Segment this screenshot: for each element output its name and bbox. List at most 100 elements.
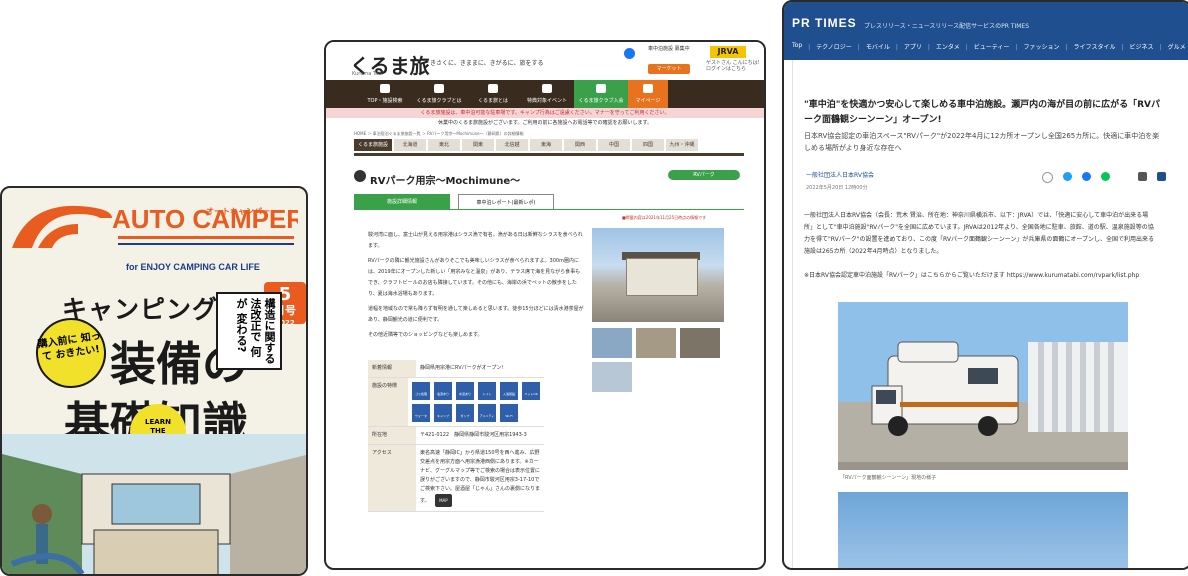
notice-camping: くるま旅施設は、車中泊可能な駐車場です。キャンプ行為はご遠慮ください。マナーを守… bbox=[326, 108, 764, 118]
card-icon bbox=[596, 84, 606, 93]
article-link-note[interactable]: ※日本RV協会認定車中泊施設「RVパーク」はこちらからご覧いただけます http… bbox=[804, 270, 1156, 282]
article-title: "車中泊"を快適かつ安心して楽しめる車中泊施設。瀬戸内の海が目の前に広がる「RV… bbox=[804, 100, 1161, 125]
nav-item[interactable]: ライフスタイル bbox=[1065, 42, 1116, 51]
nav-item[interactable]: エンタメ bbox=[928, 42, 960, 51]
feature-icons: ゴミ処理 電源あり 水道あり トイレ 入浴施設 ペットOK ウォータ キャンプ … bbox=[408, 378, 544, 426]
svg-text:AUTO CAMPER: AUTO CAMPER bbox=[112, 204, 298, 234]
region-tab[interactable]: 関西 bbox=[564, 139, 596, 151]
row-key: 施設の特徴 bbox=[368, 378, 408, 426]
login-link[interactable]: ゲストさん こんにちは! ログインはこちら bbox=[706, 60, 764, 72]
photo-thumbnail[interactable] bbox=[680, 328, 720, 358]
nav-item[interactable]: ファッション bbox=[1015, 42, 1059, 51]
nav-item[interactable]: モバイル bbox=[858, 42, 890, 51]
region-bar bbox=[354, 153, 744, 156]
nav-item-events[interactable]: 特典対象イベント bbox=[520, 80, 574, 108]
line-icon[interactable] bbox=[1101, 172, 1110, 181]
photo-thumbnail[interactable] bbox=[592, 328, 632, 358]
kurumatabi-page[interactable]: くるま旅 Kuruma Tabi きさくに、きままに、きがるに、旅をする 車中泊… bbox=[324, 40, 766, 570]
facebook-icon[interactable] bbox=[1082, 172, 1091, 181]
heart-icon[interactable] bbox=[1042, 172, 1053, 183]
nav-item-join[interactable]: くるま旅クラブ入会 bbox=[574, 80, 628, 108]
prtimes-header: PR TIMES プレスリリース・ニュースリリース配信サービスのPR TIMES… bbox=[784, 2, 1188, 60]
region-tab[interactable]: 北海道 bbox=[394, 139, 426, 151]
feature-icon: 電源あり bbox=[434, 382, 452, 400]
facility-main-photo[interactable] bbox=[592, 228, 724, 322]
region-tab[interactable]: 中国 bbox=[598, 139, 630, 151]
row-value: 静岡県用宗港にRVパークがオープン! bbox=[420, 365, 504, 371]
region-tab[interactable]: 九州・沖縄 bbox=[666, 139, 698, 151]
facility-description: 駿河湾に面し、富士山が見える用宗港はシラス漁で有名。漁がある日は新鮮なシラスを食… bbox=[368, 230, 584, 341]
nav-item-top[interactable]: TOP・施設検索 bbox=[358, 80, 412, 108]
prtimes-page[interactable]: PR TIMES プレスリリース・ニュースリリース配信サービスのPR TIMES… bbox=[782, 0, 1188, 570]
region-tab[interactable]: くるま旅施設 bbox=[354, 139, 392, 151]
row-key: 所在地 bbox=[368, 427, 416, 444]
jrva-logo[interactable]: JRVA bbox=[710, 46, 746, 58]
camper-icon bbox=[488, 84, 498, 93]
camper-icon bbox=[354, 170, 366, 182]
nav-item-about[interactable]: くるま旅とは bbox=[466, 80, 520, 108]
company-link[interactable]: 一般社団法人日本RV協会 bbox=[806, 170, 874, 179]
feature-icon: 水道あり bbox=[456, 382, 474, 400]
nav-item-mypage[interactable]: マイページ bbox=[628, 80, 668, 108]
row-key: アクセス bbox=[368, 445, 416, 511]
article-photo-second[interactable] bbox=[838, 492, 1128, 568]
region-tabs: くるま旅施設 北海道 東北 関東 北信越 東海 関西 中国 四国 九州・沖縄 bbox=[354, 139, 698, 151]
share-buttons bbox=[1042, 172, 1166, 183]
facility-info-table: 新着情報 静岡県用宗港にRVパークがオープン! 施設の特徴 ゴミ処理 電源あり … bbox=[368, 360, 544, 512]
feature-icon: Wi-Fi bbox=[500, 404, 518, 422]
facebook-icon[interactable] bbox=[624, 48, 635, 59]
prtimes-logo-sub: プレスリリース・ニュースリリース配信サービスのPR TIMES bbox=[864, 23, 1030, 30]
tab-underline bbox=[354, 209, 744, 210]
nav-item[interactable]: アプリ bbox=[896, 42, 922, 51]
info-icon bbox=[434, 84, 444, 93]
date-note: ■掲載内容は2021年11月25日時点の情報です bbox=[622, 215, 707, 220]
table-row: 新着情報 静岡県用宗港にRVパークがオープン! bbox=[368, 360, 544, 378]
region-tab[interactable]: 北信越 bbox=[496, 139, 528, 151]
nav-item-club[interactable]: くるま旅クラブとは bbox=[412, 80, 466, 108]
facility-type-tag: RVパーク bbox=[668, 170, 740, 180]
kurumatabi-nav: TOP・施設検索 くるま旅クラブとは くるま旅とは 特典対象イベント くるま旅ク… bbox=[326, 80, 764, 108]
region-tab[interactable]: 関東 bbox=[462, 139, 494, 151]
table-row: 所在地 〒421-0122 静岡県静岡市駿河区用宗1943-3 bbox=[368, 427, 544, 445]
region-tab[interactable]: 東北 bbox=[428, 139, 460, 151]
nav-item[interactable]: ビジネス bbox=[1122, 42, 1154, 51]
description-paragraph: 駿河湾に面し、富士山が見える用宗港はシラス漁で有名。漁がある日は新鮮なシラスを食… bbox=[368, 232, 583, 249]
description-paragraph: その他近隣等でのショッピングなども楽しめます。 bbox=[368, 332, 483, 338]
photo-building bbox=[626, 258, 698, 296]
link-icon[interactable] bbox=[1157, 172, 1166, 181]
nav-item[interactable]: ビューティー bbox=[966, 42, 1010, 51]
download-icon[interactable] bbox=[1138, 172, 1147, 181]
tab-report[interactable]: 車中泊レポート(最新レポ) bbox=[458, 194, 554, 210]
camper-interior-illustration bbox=[2, 434, 306, 574]
notice-closed: 休業中のくるま旅施設がございます。ご利用の前に各施設へお電話等での確認をお願いし… bbox=[326, 118, 764, 128]
breadcrumb[interactable]: HOME ＞ 車泊宿泊ぐるま旅施設一覧 ＞ RVパーク用宗〜Mochimune〜… bbox=[354, 131, 524, 137]
magazine-cover[interactable]: AUTO CAMPER オートキャンパー for ENJOY CAMPING C… bbox=[0, 186, 308, 576]
nav-item[interactable]: グルメ bbox=[1160, 42, 1186, 51]
publish-date: 2022年5月20日 12時00分 bbox=[806, 185, 868, 191]
article-photo-rv[interactable] bbox=[838, 302, 1128, 470]
twitter-icon[interactable] bbox=[1063, 172, 1072, 181]
feature-icon: アメニティ bbox=[478, 404, 496, 422]
nav-item[interactable]: テクノロジー bbox=[808, 42, 852, 51]
market-button[interactable]: マーケット bbox=[648, 64, 690, 74]
article-subtitle: 日本RV協会認定の車泊スペース"RVパーク"が2022年4月に12カ所オープンし… bbox=[804, 132, 1160, 152]
tab-details[interactable]: 施設詳細情報 bbox=[354, 194, 450, 210]
magazine-logo: AUTO CAMPER オートキャンパー bbox=[12, 204, 298, 248]
recruit-badge[interactable]: 車中泊施設 募集中 bbox=[648, 46, 692, 60]
home-icon bbox=[380, 84, 390, 93]
kurumatabi-header: くるま旅 Kuruma Tabi きさくに、きままに、きがるに、旅をする 車中泊… bbox=[326, 42, 764, 80]
svg-text:オートキャンパー: オートキャンパー bbox=[206, 206, 270, 216]
article-body: 一般社団法人日本RV協会（会長：荒木 賢治、所在地：神奈川県横浜市、以下：JRV… bbox=[804, 212, 1155, 255]
nav-item[interactable]: Top bbox=[792, 42, 802, 51]
calendar-icon bbox=[542, 84, 552, 93]
region-tab[interactable]: 東海 bbox=[530, 139, 562, 151]
photo-thumbnail[interactable] bbox=[592, 362, 632, 392]
description-paragraph: RVパークの隣に観光施設さんがありそこでも美味しいシラスが食べられますよ。300… bbox=[368, 258, 581, 297]
photo-thumbnail[interactable] bbox=[636, 328, 676, 358]
feature-icon: 入浴施設 bbox=[500, 382, 518, 400]
map-button[interactable]: MAP bbox=[435, 494, 452, 507]
region-tab[interactable]: 四国 bbox=[632, 139, 664, 151]
feature-icon: ペットOK bbox=[522, 382, 540, 400]
prtimes-logo[interactable]: PR TIMES bbox=[792, 16, 857, 30]
user-icon bbox=[643, 84, 653, 93]
